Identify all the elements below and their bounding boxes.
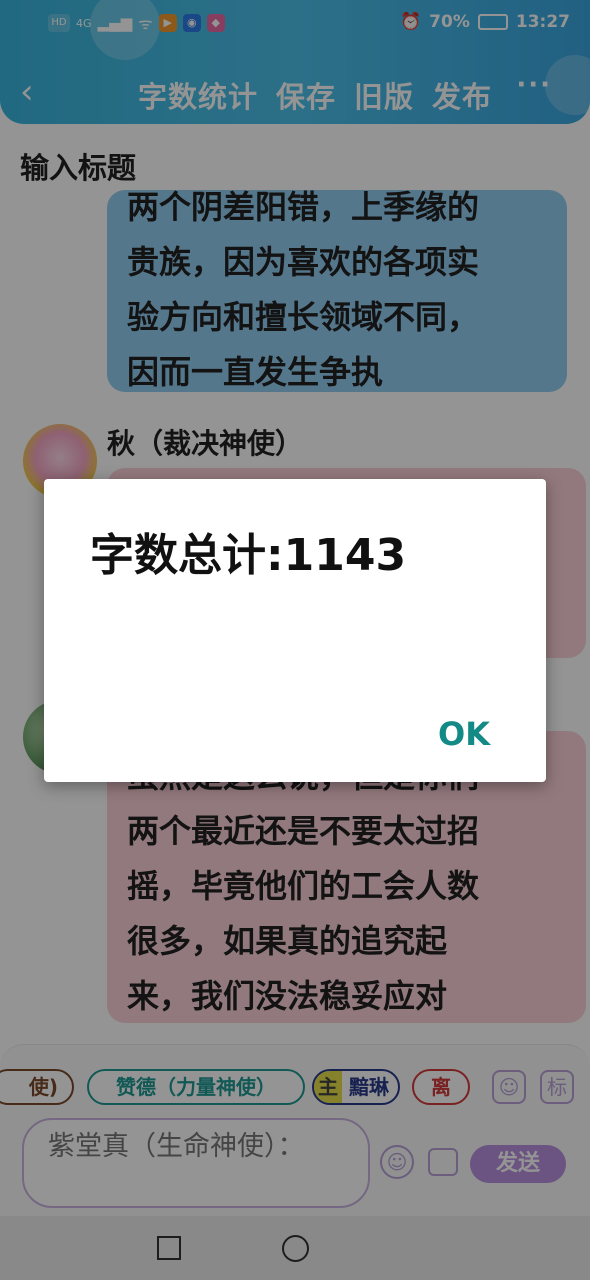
word-count-message: 字数总计:1143 xyxy=(90,530,407,581)
word-count-dialog: 字数总计:1143 OK xyxy=(44,479,546,782)
ok-button[interactable]: OK xyxy=(438,715,490,753)
